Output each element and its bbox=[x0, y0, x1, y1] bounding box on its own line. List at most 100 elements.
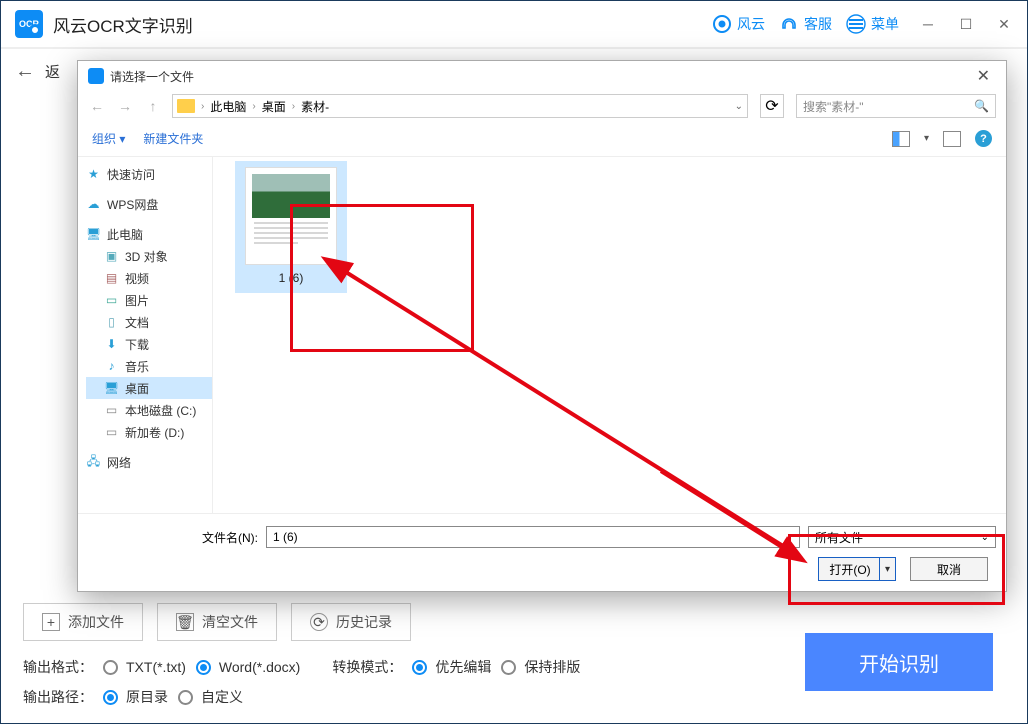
filename-label: 文件名(N): bbox=[88, 529, 258, 546]
doc-icon: ▯ bbox=[104, 315, 119, 329]
list-icon bbox=[846, 14, 866, 34]
nav-back-button[interactable]: ← bbox=[88, 97, 106, 115]
thumbnail-label: 1 (6) bbox=[279, 271, 304, 285]
cube-icon: ▣ bbox=[104, 249, 119, 263]
dialog-toolbar: 组织 ▾ 新建文件夹 ▾ ? bbox=[78, 121, 1006, 157]
preview-pane-button[interactable] bbox=[943, 131, 961, 147]
monitor-icon: 🖥 bbox=[86, 227, 101, 241]
radio-word[interactable]: Word(*.docx) bbox=[196, 659, 300, 675]
cloud-link[interactable]: 风云 bbox=[712, 14, 765, 34]
trash-icon: 🗑 bbox=[176, 613, 194, 631]
path-dropdown-icon[interactable]: ⌄ bbox=[735, 101, 743, 112]
history-button[interactable]: ⟳ 历史记录 bbox=[291, 603, 411, 641]
picture-icon: ▭ bbox=[104, 293, 119, 307]
radio-txt[interactable]: TXT(*.txt) bbox=[103, 659, 186, 675]
help-button[interactable]: ? bbox=[975, 130, 992, 147]
headset-icon bbox=[779, 14, 799, 34]
chevron-down-icon: ⌄ bbox=[981, 532, 989, 543]
add-file-label: 添加文件 bbox=[68, 612, 124, 632]
back-label: 返 bbox=[45, 61, 60, 82]
nav-tree: ★快速访问 ☁WPS网盘 🖥此电脑 ▣3D 对象 ▤视频 ▭图片 ▯文档 ⬇下载… bbox=[78, 157, 213, 513]
filetype-select[interactable]: 所有文件 ⌄ bbox=[808, 526, 996, 548]
nav-up-button[interactable]: ↑ bbox=[144, 97, 162, 115]
file-thumbnail[interactable]: 1 (6) bbox=[235, 161, 347, 293]
target-icon bbox=[712, 14, 732, 34]
tree-music[interactable]: ♪音乐 bbox=[86, 355, 212, 377]
refresh-button[interactable]: ⟳ bbox=[760, 94, 784, 118]
support-label: 客服 bbox=[804, 14, 832, 34]
clear-file-label: 清空文件 bbox=[202, 612, 258, 632]
close-app-button[interactable]: ✕ bbox=[995, 15, 1013, 33]
open-button[interactable]: 打开(O) ▾ bbox=[818, 557, 896, 581]
view-dropdown-icon[interactable]: ▾ bbox=[924, 133, 929, 144]
app-title: 风云OCR文字识别 bbox=[53, 12, 712, 37]
filename-input[interactable] bbox=[266, 526, 800, 548]
titlebar-right: 风云 客服 菜单 ─ ☐ ✕ bbox=[712, 14, 1013, 34]
organize-menu[interactable]: 组织 ▾ bbox=[92, 130, 125, 147]
film-icon: ▤ bbox=[104, 271, 119, 285]
path-desktop[interactable]: 桌面 bbox=[262, 98, 286, 115]
view-mode-button[interactable] bbox=[892, 131, 910, 147]
back-arrow-icon[interactable]: ← bbox=[15, 60, 35, 83]
drive-icon: ▭ bbox=[104, 425, 119, 439]
desktop-icon: 🖥 bbox=[104, 381, 119, 395]
radio-orig[interactable]: 原目录 bbox=[103, 687, 168, 707]
tree-documents[interactable]: ▯文档 bbox=[86, 311, 212, 333]
convert-mode-label: 转换模式： bbox=[332, 657, 402, 677]
tree-wps[interactable]: ☁WPS网盘 bbox=[86, 193, 212, 215]
radio-custom[interactable]: 自定义 bbox=[178, 687, 243, 707]
new-folder-button[interactable]: 新建文件夹 bbox=[143, 130, 203, 147]
output-format-label: 输出格式： bbox=[23, 657, 93, 677]
add-file-button[interactable]: +添加文件 bbox=[23, 603, 143, 641]
network-icon: 🖧 bbox=[86, 455, 101, 469]
support-link[interactable]: 客服 bbox=[779, 14, 832, 34]
dialog-titlebar: 请选择一个文件 ✕ bbox=[78, 61, 1006, 91]
path-folder[interactable]: 素材- bbox=[301, 98, 329, 115]
file-content-area[interactable]: 1 (6) bbox=[213, 157, 1006, 513]
dialog-close-button[interactable]: ✕ bbox=[971, 66, 996, 86]
cancel-button[interactable]: 取消 bbox=[910, 557, 988, 581]
filetype-label: 所有文件 bbox=[815, 529, 863, 546]
clock-icon: ⟳ bbox=[310, 613, 328, 631]
menu-label: 菜单 bbox=[871, 14, 899, 34]
radio-edit[interactable]: 优先编辑 bbox=[412, 657, 491, 677]
tree-3d[interactable]: ▣3D 对象 bbox=[86, 245, 212, 267]
minimize-button[interactable]: ─ bbox=[919, 15, 937, 33]
tree-video[interactable]: ▤视频 bbox=[86, 267, 212, 289]
dialog-logo-icon bbox=[88, 68, 104, 84]
nav-forward-button[interactable]: → bbox=[116, 97, 134, 115]
open-split-dropdown[interactable]: ▾ bbox=[879, 558, 895, 580]
search-input[interactable]: 搜索"素材-" 🔍 bbox=[796, 94, 996, 118]
app-window: OCR 风云OCR文字识别 风云 客服 菜单 ─ ☐ ✕ ← 返 +添加文件 bbox=[0, 0, 1028, 724]
start-recognition-button[interactable]: 开始识别 bbox=[805, 633, 993, 691]
clear-file-button[interactable]: 🗑 清空文件 bbox=[157, 603, 277, 641]
tree-desktop[interactable]: 🖥桌面 bbox=[86, 377, 212, 399]
tree-c-drive[interactable]: ▭本地磁盘 (C:) bbox=[86, 399, 212, 421]
drive-icon: ▭ bbox=[104, 403, 119, 417]
maximize-button[interactable]: ☐ bbox=[957, 15, 975, 33]
tree-network[interactable]: 🖧网络 bbox=[86, 451, 212, 473]
history-label: 历史记录 bbox=[336, 612, 392, 632]
tree-this-pc[interactable]: 🖥此电脑 bbox=[86, 223, 212, 245]
tree-pictures[interactable]: ▭图片 bbox=[86, 289, 212, 311]
menu-link[interactable]: 菜单 bbox=[846, 14, 899, 34]
search-icon: 🔍 bbox=[974, 99, 989, 113]
path-root[interactable]: 此电脑 bbox=[210, 98, 246, 115]
file-open-dialog: 请选择一个文件 ✕ ← → ↑ › 此电脑 › 桌面 › 素材- ⌄ ⟳ 搜索"… bbox=[77, 60, 1007, 592]
output-path-label: 输出路径： bbox=[23, 687, 93, 707]
search-placeholder: 搜索"素材-" bbox=[803, 98, 864, 115]
tree-d-drive[interactable]: ▭新加卷 (D:) bbox=[86, 421, 212, 443]
titlebar: OCR 风云OCR文字识别 风云 客服 菜单 ─ ☐ ✕ bbox=[1, 1, 1027, 49]
download-icon: ⬇ bbox=[104, 337, 119, 351]
dialog-nav: ← → ↑ › 此电脑 › 桌面 › 素材- ⌄ ⟳ 搜索"素材-" 🔍 bbox=[78, 91, 1006, 121]
folder-icon bbox=[177, 99, 195, 113]
star-icon: ★ bbox=[86, 167, 101, 181]
tree-downloads[interactable]: ⬇下载 bbox=[86, 333, 212, 355]
radio-layout[interactable]: 保持排版 bbox=[501, 657, 580, 677]
dialog-footer: 文件名(N): 所有文件 ⌄ 打开(O) ▾ 取消 bbox=[78, 513, 1006, 591]
thumbnail-preview bbox=[245, 167, 337, 265]
path-bar[interactable]: › 此电脑 › 桌面 › 素材- ⌄ bbox=[172, 94, 748, 118]
tree-quick-access[interactable]: ★快速访问 bbox=[86, 163, 212, 185]
dialog-title: 请选择一个文件 bbox=[110, 68, 194, 85]
music-icon: ♪ bbox=[104, 359, 119, 373]
